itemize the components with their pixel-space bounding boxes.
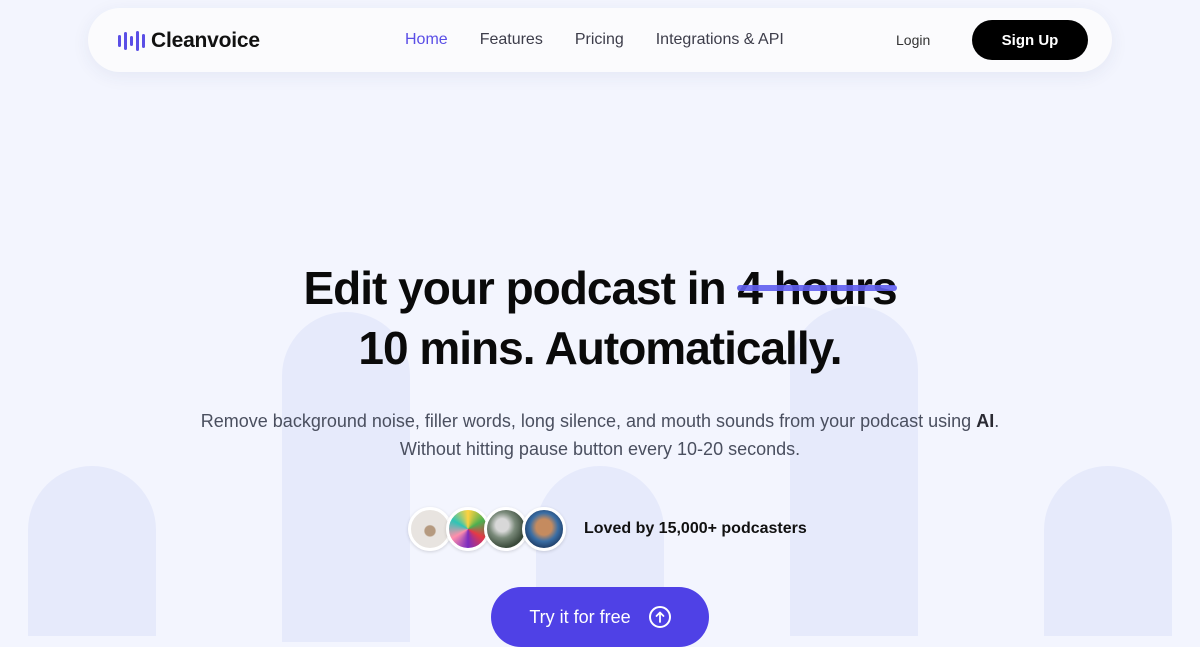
hero-subtitle-line1: Remove background noise, filler words, l… [0,407,1200,435]
nav-menu: Home Features Pricing Integrations & API [405,30,784,50]
hero-subtitle-text: Remove background noise, filler words, l… [200,411,972,431]
background-shape [28,466,156,636]
login-link[interactable]: Login [896,32,930,48]
nav-item-pricing[interactable]: Pricing [575,30,624,50]
nav-item-features[interactable]: Features [480,30,543,50]
signup-button[interactable]: Sign Up [972,20,1088,60]
background-shape [1044,466,1172,636]
nav-item-integrations[interactable]: Integrations & API [656,30,784,50]
hero-subtitle-period: . [994,411,1000,431]
top-navbar: Cleanvoice Home Features Pricing Integra… [88,8,1112,72]
avatar-group [408,507,566,551]
brand-logo[interactable]: Cleanvoice [118,29,260,53]
avatar [522,507,566,551]
try-free-button[interactable]: Try it for free [491,587,709,647]
hero-title-line2: 10 mins. Automatically. [358,322,842,374]
hero-title-struck: 4 hours [737,258,898,318]
hero-subtitle-ai: AI [976,411,995,431]
social-proof: Loved by 15,000+ podcasters [408,505,807,553]
hero-title-prefix: Edit your podcast in [303,262,726,314]
waveform-icon [118,31,145,51]
arrow-up-circle-icon [648,606,671,628]
brand-name: Cleanvoice [151,29,260,52]
hero-title-line1: Edit your podcast in 4 hours [0,258,1200,318]
hero-subtitle-line2: Without hitting pause button every 10-20… [399,439,801,459]
nav-item-home[interactable]: Home [405,30,448,50]
cta-label: Try it for free [529,606,631,627]
social-proof-text: Loved by 15,000+ podcasters [584,520,807,537]
